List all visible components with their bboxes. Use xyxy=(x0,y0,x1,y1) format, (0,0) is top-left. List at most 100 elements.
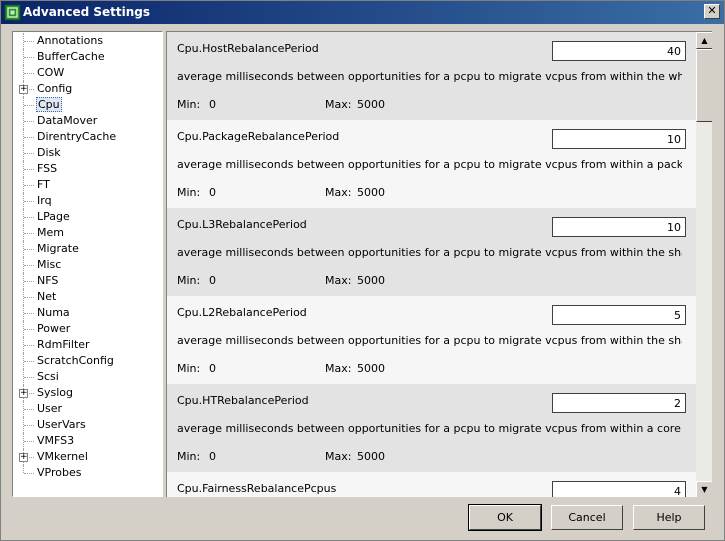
tree-connector xyxy=(24,217,34,218)
tree-item-power[interactable]: Power xyxy=(13,321,162,337)
max-value: 5000 xyxy=(357,274,385,287)
tree-item-vprobes[interactable]: VProbes xyxy=(13,465,162,481)
tree-item-ft[interactable]: FT xyxy=(13,177,162,193)
min-label: Min: xyxy=(177,186,201,199)
tree-connector xyxy=(24,57,34,58)
expand-icon[interactable]: + xyxy=(19,85,28,94)
tree-connector xyxy=(24,441,34,442)
tree-connector xyxy=(24,329,34,330)
tree-connector xyxy=(24,233,34,234)
tree-item-label: Config xyxy=(37,82,73,95)
tree-item-uservars[interactable]: UserVars xyxy=(13,417,162,433)
down-arrow-icon: ▼ xyxy=(701,485,708,494)
tree-item-disk[interactable]: Disk xyxy=(13,145,162,161)
min-label: Min: xyxy=(177,98,201,111)
min-value: 0 xyxy=(209,98,216,111)
close-button[interactable]: ✕ xyxy=(704,4,720,19)
min-value: 0 xyxy=(209,186,216,199)
setting-value-input[interactable]: 5 xyxy=(552,305,686,325)
tree-item-cow[interactable]: COW xyxy=(13,65,162,81)
vertical-scrollbar[interactable]: ▲ ▼ xyxy=(696,32,712,497)
expand-icon[interactable]: + xyxy=(19,389,28,398)
tree-item-label: User xyxy=(37,402,63,415)
tree-item-vmkernel[interactable]: + VMkernel xyxy=(13,449,162,465)
tree-connector xyxy=(24,377,34,378)
tree-connector xyxy=(24,185,34,186)
expand-icon[interactable]: + xyxy=(19,453,28,462)
max-label: Max: xyxy=(325,450,352,463)
tree-item-config[interactable]: + Config xyxy=(13,81,162,97)
tree-item-label: BufferCache xyxy=(37,50,105,63)
tree-item-lpage[interactable]: LPage xyxy=(13,209,162,225)
setting-name: Cpu.L2RebalancePeriod xyxy=(177,306,307,319)
tree-connector xyxy=(24,281,34,282)
setting-value-input[interactable]: 2 xyxy=(552,393,686,413)
tree-item-label: RdmFilter xyxy=(37,338,90,351)
tree-item-label: ScratchConfig xyxy=(37,354,114,367)
tree-item-label: UserVars xyxy=(37,418,86,431)
tree-item-label: Mem xyxy=(37,226,64,239)
tree-item-label: Disk xyxy=(37,146,61,159)
tree-item-cpu[interactable]: Cpu xyxy=(13,97,162,113)
vsphere-app-icon xyxy=(4,4,21,21)
tree-connector xyxy=(24,473,34,474)
setting-row: Cpu.HTRebalancePeriod 2 average millisecon… xyxy=(167,384,696,472)
tree-item-label: Migrate xyxy=(37,242,79,255)
tree-item-label: Net xyxy=(37,290,57,303)
tree-item-label: VProbes xyxy=(37,466,82,479)
tree-item-nfs[interactable]: NFS xyxy=(13,273,162,289)
setting-description: average milliseconds between opportuniti… xyxy=(177,158,682,171)
setting-name: Cpu.HostRebalancePeriod xyxy=(177,42,319,55)
settings-category-tree[interactable]: Annotations BufferCache COW + Config Cpu DataM… xyxy=(12,31,163,497)
tree-item-direntrycache[interactable]: DirentryCache xyxy=(13,129,162,145)
tree-connector xyxy=(24,73,34,74)
tree-item-numa[interactable]: Numa xyxy=(13,305,162,321)
tree-connector xyxy=(24,313,34,314)
max-label: Max: xyxy=(325,98,352,111)
setting-row: Cpu.FairnessRebalancePcpus 4 xyxy=(167,472,696,497)
help-button[interactable]: Help xyxy=(633,505,705,530)
scroll-up-button[interactable]: ▲ xyxy=(696,32,712,49)
tree-connector xyxy=(24,249,34,250)
tree-item-fss[interactable]: FSS xyxy=(13,161,162,177)
setting-description: average milliseconds between opportuniti… xyxy=(177,334,682,347)
setting-name: Cpu.FairnessRebalancePcpus xyxy=(177,482,337,495)
tree-item-syslog[interactable]: + Syslog xyxy=(13,385,162,401)
cancel-button[interactable]: Cancel xyxy=(551,505,623,530)
tree-item-label: Annotations xyxy=(37,34,104,47)
advanced-settings-window: Advanced Settings ✕ Annotations BufferCac… xyxy=(0,0,725,541)
tree-item-label: DataMover xyxy=(37,114,98,127)
setting-value-input[interactable]: 40 xyxy=(552,41,686,61)
tree-item-net[interactable]: Net xyxy=(13,289,162,305)
min-label: Min: xyxy=(177,450,201,463)
tree-item-vmfs3[interactable]: VMFS3 xyxy=(13,433,162,449)
tree-item-annotations[interactable]: Annotations xyxy=(13,33,162,49)
tree-connector xyxy=(24,137,34,138)
tree-item-scratchconfig[interactable]: ScratchConfig xyxy=(13,353,162,369)
tree-item-label: Scsi xyxy=(37,370,59,383)
title-bar[interactable]: Advanced Settings ✕ xyxy=(1,1,724,24)
setting-value-input[interactable]: 10 xyxy=(552,217,686,237)
tree-item-misc[interactable]: Misc xyxy=(13,257,162,273)
tree-connector xyxy=(24,105,34,106)
tree-item-user[interactable]: User xyxy=(13,401,162,417)
tree-item-irq[interactable]: Irq xyxy=(13,193,162,209)
tree-item-mem[interactable]: Mem xyxy=(13,225,162,241)
setting-description: average milliseconds between opportuniti… xyxy=(177,70,682,83)
settings-panel: Cpu.HostRebalancePeriod 40 average millise… xyxy=(166,31,712,497)
min-value: 0 xyxy=(209,274,216,287)
tree-connector xyxy=(24,425,34,426)
setting-value-input[interactable]: 10 xyxy=(552,129,686,149)
tree-item-rdmfilter[interactable]: RdmFilter xyxy=(13,337,162,353)
scroll-thumb[interactable] xyxy=(696,49,712,122)
tree-item-scsi[interactable]: Scsi xyxy=(13,369,162,385)
tree-item-buffercache[interactable]: BufferCache xyxy=(13,49,162,65)
setting-value-input[interactable]: 4 xyxy=(552,481,686,497)
tree-item-migrate[interactable]: Migrate xyxy=(13,241,162,257)
tree-item-datamover[interactable]: DataMover xyxy=(13,113,162,129)
setting-row: Cpu.L3RebalancePeriod 10 average milliseco… xyxy=(167,208,696,296)
tree-item-label: VMkernel xyxy=(37,450,88,463)
ok-button[interactable]: OK xyxy=(468,504,542,531)
setting-description: average milliseconds between opportuniti… xyxy=(177,246,682,259)
scroll-down-button[interactable]: ▼ xyxy=(696,481,712,497)
